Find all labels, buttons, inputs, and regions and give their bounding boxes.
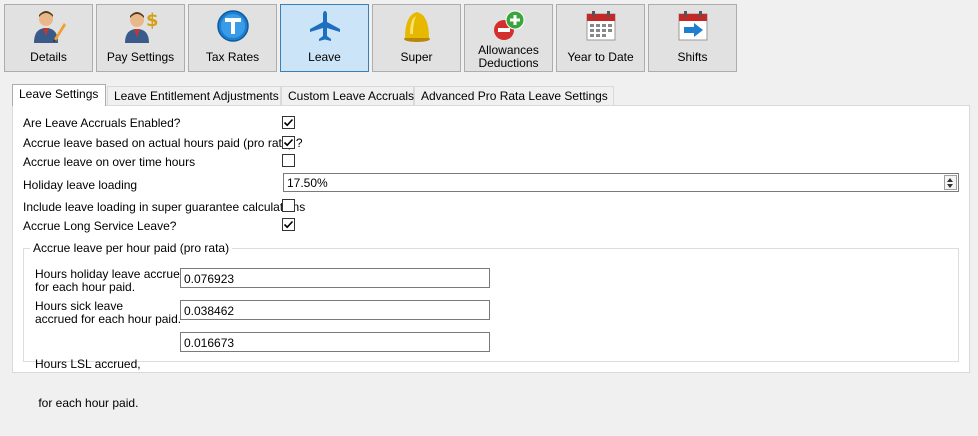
leave-settings-panel: Are Leave Accruals Enabled? Accrue leave… — [12, 105, 970, 410]
year-to-date-label: Year to Date — [567, 50, 634, 64]
checkmark-icon — [283, 138, 294, 147]
person-pencil-icon — [34, 11, 66, 43]
pay-settings-label: Pay Settings — [106, 50, 175, 64]
tab-leave-settings[interactable]: Leave Settings — [12, 84, 106, 106]
super-button[interactable]: Super — [372, 4, 461, 72]
plus-minus-icon — [494, 10, 525, 40]
checkmark-icon — [283, 220, 294, 229]
overtime-label: Accrue leave on over time hours — [23, 155, 196, 169]
details-button[interactable]: Details — [4, 4, 93, 72]
calendar-arrow-icon — [678, 11, 708, 41]
tab-custom-leave-accruals[interactable]: Custom Leave Accruals — [281, 86, 414, 106]
tax-t-icon — [217, 10, 249, 42]
shifts-label: Shifts — [677, 50, 708, 64]
lsl-accrual-label: Hours LSL accrued, for each hour paid. — [35, 332, 141, 436]
pro-rata-label: Accrue leave based on actual hours paid … — [23, 136, 303, 150]
tax-rates-label: Tax Rates — [205, 50, 260, 64]
holiday-accrual-label-line2: for each hour paid. — [35, 280, 136, 294]
airplane-icon — [310, 11, 340, 41]
module-toolbar: Details $ Pay Settings Tax Rates Leave S… — [0, 0, 978, 78]
spin-down-icon[interactable] — [947, 184, 953, 188]
holiday-accrual-label: Hours holiday leave accrued, for each ho… — [35, 268, 190, 294]
pro-rata-checkbox[interactable] — [282, 136, 295, 149]
allowances-deductions-button[interactable]: Allowances Deductions — [464, 4, 553, 72]
person-dollar-icon: $ — [125, 10, 158, 43]
gold-bell-icon — [404, 12, 430, 42]
overtime-checkbox[interactable] — [282, 154, 295, 167]
loading-super-checkbox[interactable] — [282, 199, 295, 212]
svg-text:$: $ — [146, 10, 158, 31]
checkmark-icon — [283, 118, 294, 127]
deductions-label: Deductions — [478, 56, 539, 70]
long-service-label: Accrue Long Service Leave? — [23, 219, 177, 233]
holiday-loading-value: 17.50% — [287, 176, 328, 190]
lsl-accrual-label-line1: Hours LSL accrued, — [35, 357, 141, 371]
holiday-loading-label: Holiday leave loading — [23, 178, 138, 192]
lsl-accrual-field[interactable]: 0.016673 — [180, 332, 490, 352]
holiday-loading-spinner[interactable]: 17.50% — [283, 173, 959, 192]
year-to-date-button[interactable]: Year to Date — [556, 4, 645, 72]
accruals-enabled-checkbox[interactable] — [282, 116, 295, 129]
super-label: Super — [400, 50, 433, 64]
accruals-enabled-label: Are Leave Accruals Enabled? — [23, 116, 181, 130]
pro-rata-group-title: Accrue leave per hour paid (pro rata) — [30, 241, 233, 255]
spinner-arrows[interactable] — [944, 175, 957, 190]
loading-super-label: Include leave loading in super guarantee… — [23, 200, 306, 214]
sick-accrual-label-line2: accrued for each hour paid. — [35, 312, 182, 326]
details-label: Details — [30, 50, 67, 64]
spin-up-icon[interactable] — [947, 178, 953, 182]
pro-rata-group: Accrue leave per hour paid (pro rata) Ho… — [23, 241, 959, 410]
pay-settings-button[interactable]: $ Pay Settings — [96, 4, 185, 72]
allowances-deductions-label: Allowances Deductions — [465, 44, 552, 70]
shifts-button[interactable]: Shifts — [648, 4, 737, 72]
holiday-accrual-field[interactable]: 0.076923 — [180, 268, 490, 288]
tab-advanced-pro-rata[interactable]: Advanced Pro Rata Leave Settings — [414, 86, 614, 106]
calendar-icon — [586, 11, 616, 41]
lsl-accrual-label-line2: for each hour paid. — [35, 396, 139, 410]
long-service-checkbox[interactable] — [282, 218, 295, 231]
tab-leave-entitlement-adjustments[interactable]: Leave Entitlement Adjustments — [107, 86, 281, 106]
sick-accrual-label: Hours sick leave accrued for each hour p… — [35, 300, 181, 326]
leave-label: Leave — [308, 50, 341, 64]
tax-rates-button[interactable]: Tax Rates — [188, 4, 277, 72]
leave-button[interactable]: Leave — [280, 4, 369, 72]
sick-accrual-field[interactable]: 0.038462 — [180, 300, 490, 320]
